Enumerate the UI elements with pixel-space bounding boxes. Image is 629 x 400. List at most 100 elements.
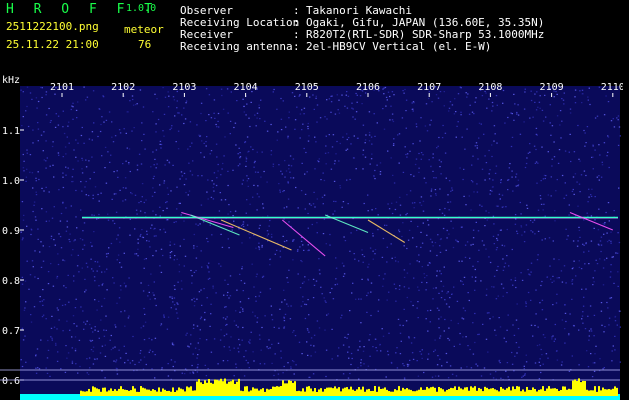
noise-dot — [359, 340, 361, 342]
noise-dot — [35, 219, 37, 221]
noise-dot — [283, 289, 285, 291]
noise-dot — [60, 212, 63, 215]
noise-dot — [304, 317, 307, 320]
noise-dot — [24, 280, 27, 282]
noise-dot — [429, 238, 432, 240]
activity-bar — [170, 391, 172, 396]
noise-dot — [485, 294, 488, 296]
noise-dot — [47, 349, 50, 351]
activity-bar — [582, 380, 584, 396]
noise-dot — [450, 319, 452, 322]
noise-dot — [542, 120, 545, 122]
noise-dot — [299, 113, 302, 115]
noise-dot — [516, 111, 518, 114]
noise-dot — [74, 350, 77, 352]
noise-dot — [614, 335, 616, 337]
noise-dot — [545, 318, 547, 320]
noise-dot — [117, 254, 120, 256]
noise-dot — [515, 342, 518, 344]
noise-dot — [442, 285, 445, 287]
noise-dot — [79, 365, 81, 368]
noise-dot — [35, 180, 37, 182]
noise-dot — [203, 288, 205, 290]
noise-dot — [288, 117, 290, 119]
noise-dot — [222, 108, 225, 110]
spectrogram-chart: 2101 2102 2103 2104 2105 2106 2107 2108 2109 2110… — [0, 75, 625, 400]
noise-dot — [405, 153, 407, 156]
noise-dot — [292, 331, 294, 333]
activity-bar — [232, 379, 234, 396]
noise-dot — [122, 187, 125, 189]
noise-dot — [600, 310, 603, 312]
noise-dot — [286, 206, 288, 208]
noise-dot — [619, 326, 621, 328]
activity-bar — [432, 386, 434, 396]
noise-dot — [343, 273, 346, 275]
activity-bar — [578, 378, 580, 396]
activity-bar — [120, 386, 122, 396]
noise-dot — [613, 282, 615, 284]
noise-dot — [266, 130, 269, 132]
noise-dot — [427, 353, 430, 355]
noise-dot — [384, 273, 386, 275]
noise-dot — [301, 261, 303, 263]
activity-bar — [394, 389, 396, 396]
noise-dot — [177, 303, 179, 305]
noise-dot — [253, 286, 255, 288]
noise-dot — [476, 365, 479, 367]
noise-dot — [476, 183, 478, 185]
noise-dot — [227, 360, 229, 362]
noise-dot — [198, 134, 200, 136]
activity-bar — [612, 388, 614, 396]
noise-dot — [568, 204, 570, 206]
noise-dot — [42, 245, 44, 247]
noise-dot — [153, 164, 155, 166]
noise-dot — [287, 137, 289, 139]
noise-dot — [402, 171, 405, 173]
activity-bar — [146, 389, 148, 396]
noise-dot — [276, 108, 278, 110]
activity-bar — [180, 388, 182, 396]
noise-dot — [111, 121, 113, 123]
noise-dot — [233, 126, 235, 129]
noise-dot — [103, 297, 106, 300]
noise-dot — [506, 228, 508, 231]
noise-dot — [114, 135, 117, 137]
noise-dot — [583, 219, 585, 221]
noise-dot — [159, 184, 161, 186]
noise-dot — [355, 168, 357, 170]
noise-dot — [304, 276, 306, 278]
noise-dot — [391, 113, 394, 115]
noise-dot — [127, 359, 129, 361]
noise-dot — [529, 219, 532, 222]
noise-dot — [425, 103, 428, 105]
noise-dot — [333, 180, 336, 182]
noise-dot — [206, 237, 208, 240]
noise-dot — [612, 256, 614, 258]
noise-dot — [398, 229, 400, 231]
noise-dot — [297, 273, 299, 275]
noise-dot — [202, 221, 205, 223]
noise-dot — [219, 192, 221, 194]
noise-dot — [406, 156, 408, 158]
noise-dot — [247, 178, 250, 180]
noise-dot — [572, 240, 575, 242]
noise-dot — [428, 159, 430, 161]
noise-dot — [593, 370, 596, 372]
noise-dot — [173, 221, 175, 223]
noise-dot — [245, 228, 247, 230]
activity-bar — [148, 389, 150, 396]
noise-dot — [417, 317, 419, 319]
noise-dot — [612, 118, 614, 120]
noise-dot — [53, 176, 55, 178]
noise-dot — [116, 259, 118, 261]
noise-dot — [206, 136, 208, 138]
activity-bar — [308, 386, 310, 396]
noise-dot — [283, 365, 285, 368]
noise-dot — [118, 297, 121, 299]
noise-dot — [256, 151, 258, 153]
noise-dot — [525, 162, 528, 165]
activity-bar — [96, 388, 98, 396]
noise-dot — [134, 253, 136, 255]
noise-dot — [474, 268, 476, 271]
